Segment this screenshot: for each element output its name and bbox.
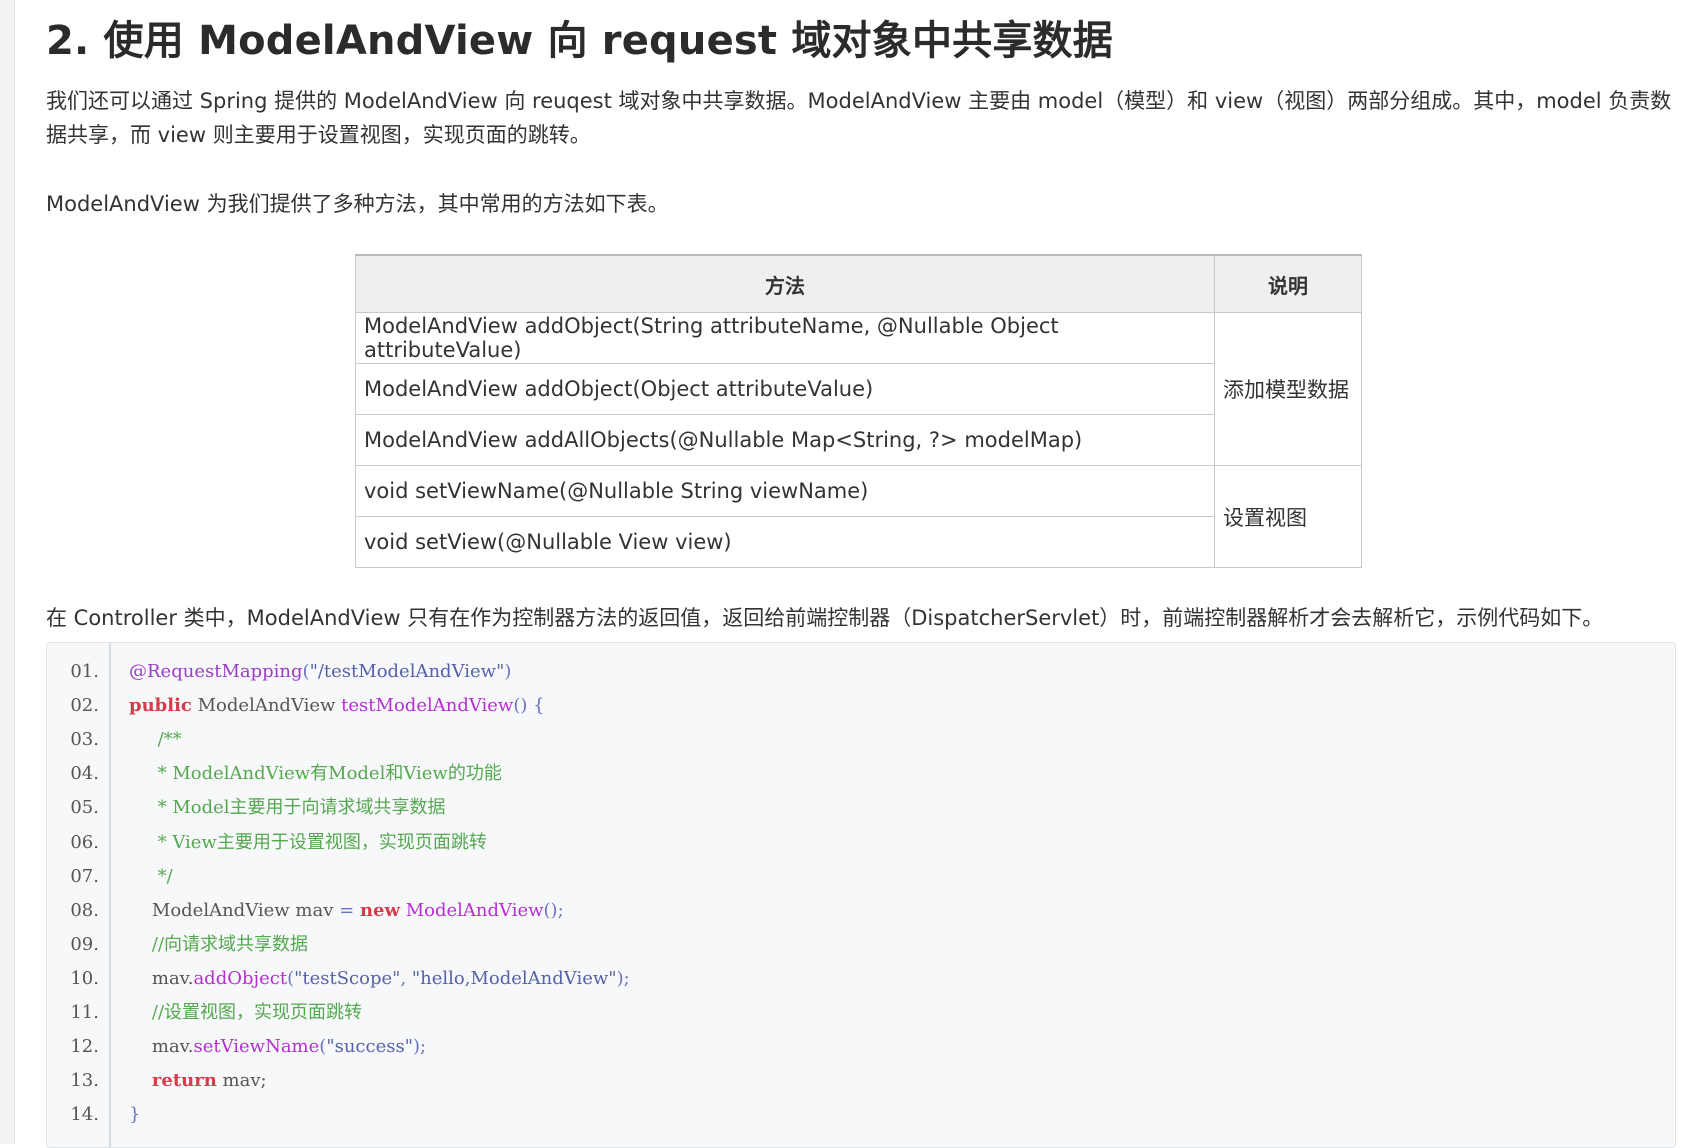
code-token: ); xyxy=(616,967,630,989)
code-token: "hello,ModelAndView" xyxy=(411,967,617,989)
code-token: mav. xyxy=(129,1036,194,1058)
section-heading: 2. 使用 ModelAndView 向 request 域对象中共享数据 xyxy=(46,18,1113,64)
code-line: */ xyxy=(129,860,173,894)
code-token: ModelAndView xyxy=(191,695,342,717)
method-cell: ModelAndView addAllObjects(@Nullable Map… xyxy=(355,414,1215,466)
code-token: () { xyxy=(513,695,545,717)
code-token: ModelAndView mav xyxy=(129,899,340,921)
code-token: //向请求域共享数据 xyxy=(129,933,309,955)
code-token: "testScope" xyxy=(294,967,401,989)
method-cell: ModelAndView addObject(String attributeN… xyxy=(355,312,1215,364)
code-block[interactable]: 01. 02. 03. 04. 05. 06. 07. 08. 09. 10. 11. 12. 13. 1… xyxy=(46,642,1676,1148)
code-line: * ModelAndView有Model和View的功能 xyxy=(129,757,502,791)
intro-paragraph: 我们还可以通过 Spring 提供的 ModelAndView 向 reuqes… xyxy=(46,89,1672,147)
line-number: 05. xyxy=(70,797,99,819)
line-number: 12. xyxy=(70,1036,99,1058)
table-header-row: 方法 说明 xyxy=(355,254,1362,313)
code-line: mav.addObject("testScope", "hello,ModelA… xyxy=(129,962,630,996)
table-row: ModelAndView addObject(String attributeN… xyxy=(355,312,1362,466)
code-token: } xyxy=(129,1104,141,1126)
line-number: 03. xyxy=(70,729,99,751)
line-number: 01. xyxy=(70,661,99,682)
description-cell: 添加模型数据 xyxy=(1214,312,1362,466)
code-token: new xyxy=(359,899,400,921)
code-token: "/testModelAndView" xyxy=(309,661,505,682)
controller-paragraph: 在 Controller 类中，ModelAndView 只有在作为控制器方法的… xyxy=(46,606,1604,630)
code-token: mav; xyxy=(216,1070,267,1092)
code-token: addObject xyxy=(193,967,288,989)
code-token: , xyxy=(400,967,412,989)
code-token: * Model主要用于向请求域共享数据 xyxy=(129,797,446,819)
code-line: * Model主要用于向请求域共享数据 xyxy=(129,791,446,825)
line-number-gutter: 01. 02. 03. 04. 05. 06. 07. 08. 09. 10. 11. 12. 13. 1… xyxy=(47,643,111,1147)
line-number: 07. xyxy=(70,865,99,887)
code-token: ); xyxy=(413,1036,427,1058)
methods-intro-paragraph: ModelAndView 为我们提供了多种方法，其中常用的方法如下表。 xyxy=(46,192,669,216)
line-number: 10. xyxy=(70,967,99,989)
code-token: */ xyxy=(129,865,173,887)
line-number: 04. xyxy=(70,763,99,785)
code-token: setViewName xyxy=(193,1036,320,1058)
code-token: = xyxy=(339,899,360,921)
code-token: return xyxy=(151,1070,217,1092)
code-token: * View主要用于设置视图，实现页面跳转 xyxy=(129,831,487,853)
code-line: //设置视图，实现页面跳转 xyxy=(129,996,362,1030)
table-row: ModelAndView addAllObjects(@Nullable Map… xyxy=(355,414,1362,466)
code-line: mav.setViewName("success"); xyxy=(129,1030,426,1064)
header-method: 方法 xyxy=(355,254,1215,313)
code-line: public ModelAndView testModelAndView() { xyxy=(129,689,545,723)
line-number: 02. xyxy=(70,695,99,717)
code-token: (); xyxy=(543,899,564,921)
code-token: * ModelAndView有Model和View的功能 xyxy=(129,763,502,785)
line-number: 08. xyxy=(70,899,99,921)
code-token: ModelAndView xyxy=(405,899,544,921)
methods-table: 方法 说明 ModelAndView addObject(String attr… xyxy=(355,254,1362,568)
code-token: //设置视图，实现页面跳转 xyxy=(129,1002,363,1023)
code-line: //向请求域共享数据 xyxy=(129,928,308,962)
description-cell: 设置视图 xyxy=(1214,465,1362,568)
code-token: public xyxy=(129,695,192,717)
table-row: void setView(@Nullable View view) xyxy=(355,516,1362,568)
code-token: ) xyxy=(504,661,512,682)
header-description: 说明 xyxy=(1214,254,1362,313)
method-cell: void setView(@Nullable View view) xyxy=(355,516,1215,568)
line-number: 13. xyxy=(70,1070,99,1092)
code-token: /** xyxy=(129,729,182,751)
table-row: ModelAndView addObject(Object attributeV… xyxy=(355,363,1362,415)
line-number: 11. xyxy=(70,1002,99,1023)
line-number: 06. xyxy=(70,831,99,853)
line-number: 14. xyxy=(70,1104,99,1126)
code-token: testModelAndView xyxy=(341,695,514,717)
code-token: ( xyxy=(302,661,310,682)
table-row: void setViewName(@Nullable String viewNa… xyxy=(355,465,1362,568)
code-token: @RequestMapping xyxy=(129,661,303,682)
code-line: } xyxy=(129,1098,140,1132)
line-number: 09. xyxy=(70,933,99,955)
left-scroll-gutter xyxy=(0,0,15,1144)
code-line: * View主要用于设置视图，实现页面跳转 xyxy=(129,826,487,860)
method-cell: ModelAndView addObject(Object attributeV… xyxy=(355,363,1215,415)
code-token: "success" xyxy=(326,1036,413,1058)
code-line: /** xyxy=(129,723,182,757)
code-line: @RequestMapping("/testModelAndView") xyxy=(129,655,511,689)
method-cell: void setViewName(@Nullable String viewNa… xyxy=(355,465,1215,517)
code-token: mav. xyxy=(129,967,194,989)
code-line: return mav; xyxy=(129,1064,267,1098)
code-line: ModelAndView mav = new ModelAndView(); xyxy=(129,894,564,928)
